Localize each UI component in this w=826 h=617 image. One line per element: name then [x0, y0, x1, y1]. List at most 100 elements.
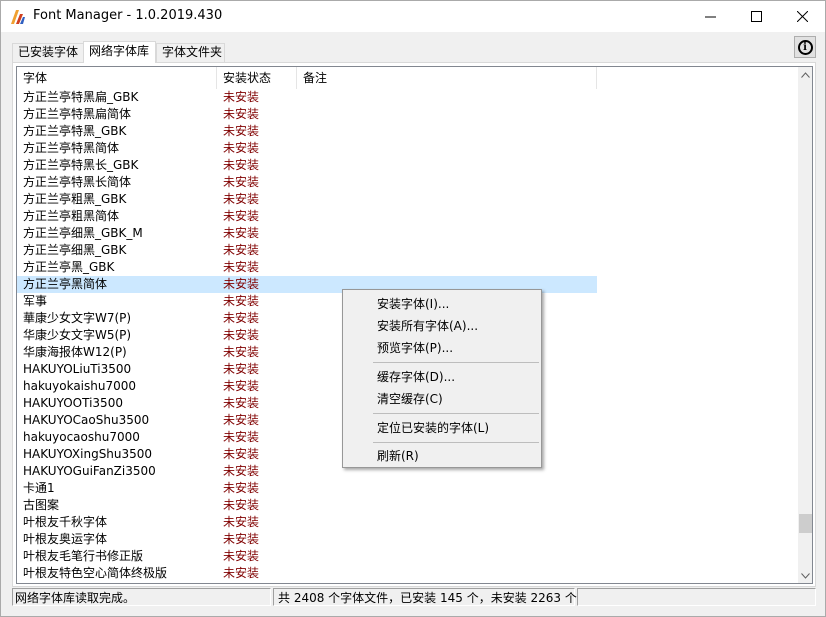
font-name: 方正兰亭特黑简体 — [23, 141, 120, 155]
scroll-up-arrow[interactable] — [798, 67, 812, 82]
font-name: 方正兰亭粗黑_GBK — [23, 192, 127, 206]
tab-font-folder[interactable]: 字体文件夹 — [156, 43, 225, 62]
install-status: 未安装 — [223, 141, 260, 155]
font-name: 叶根友毛笔行书修正版 — [23, 549, 144, 563]
minimize-icon — [704, 16, 716, 17]
install-status: 未安装 — [223, 124, 260, 138]
font-name: HAKUYOCaoShu3500 — [23, 413, 150, 427]
menu-separator — [373, 442, 539, 443]
install-status: 未安装 — [223, 413, 260, 427]
scroll-down-arrow[interactable] — [798, 568, 812, 583]
scroll-thumb[interactable] — [799, 514, 812, 533]
table-row[interactable]: 方正兰亭细黑_GBK_M 未安装 — [17, 225, 798, 242]
font-name: 方正兰亭特黑长简体 — [23, 175, 132, 189]
table-row[interactable]: 卡通1 未安装 — [17, 480, 798, 497]
font-name: 方正兰亭黑简体 — [23, 277, 108, 291]
menu-item-install-font[interactable]: 安装字体(I)... — [345, 293, 539, 315]
font-name: 方正兰亭黑_GBK — [23, 260, 115, 274]
table-row[interactable]: 方正兰亭特黑长_GBK 未安装 — [17, 157, 798, 174]
install-status: 未安装 — [223, 515, 260, 529]
list-header: 字体 安装状态 备注 — [17, 67, 798, 89]
font-name: 叶根友千秋字体 — [23, 515, 108, 529]
install-status: 未安装 — [223, 243, 260, 257]
install-status: 未安装 — [223, 311, 260, 325]
install-status: 未安装 — [223, 175, 260, 189]
install-status: 未安装 — [223, 481, 260, 495]
table-row[interactable]: 叶根友千秋字体 未安装 — [17, 514, 798, 531]
font-name: 方正兰亭细黑_GBK_M — [23, 226, 143, 240]
install-status: 未安装 — [223, 158, 260, 172]
maximize-button[interactable] — [733, 1, 779, 31]
install-status: 未安装 — [223, 260, 260, 274]
table-row[interactable]: 方正兰亭粗黑_GBK 未安装 — [17, 191, 798, 208]
menu-item-clear-cache[interactable]: 清空缓存(C) — [345, 388, 539, 410]
install-status: 未安装 — [223, 464, 260, 478]
column-header-status[interactable]: 安装状态 — [217, 67, 297, 89]
font-name: 方正兰亭特黑_GBK — [23, 124, 127, 138]
table-row[interactable]: 方正兰亭粗黑简体 未安装 — [17, 208, 798, 225]
menu-item-preview-font[interactable]: 预览字体(P)... — [345, 337, 539, 359]
install-status: 未安装 — [223, 566, 260, 580]
column-header-font[interactable]: 字体 — [17, 67, 217, 89]
font-name: 方正兰亭特黑扁简体 — [23, 107, 132, 121]
table-row[interactable]: 叶根友毛笔行书修正版 未安装 — [17, 548, 798, 565]
font-name: hakuyocaoshu7000 — [23, 430, 140, 444]
table-row[interactable]: 方正兰亭黑_GBK 未安装 — [17, 259, 798, 276]
table-row[interactable]: 方正兰亭特黑扁_GBK 未安装 — [17, 89, 798, 106]
font-name: 叶根友特色空心简体终极版 — [23, 566, 168, 580]
menu-item-locate-installed-font[interactable]: 定位已安装的字体(L) — [345, 417, 539, 439]
vertical-scrollbar[interactable] — [798, 67, 812, 583]
menu-separator — [373, 362, 539, 363]
install-status: 未安装 — [223, 226, 260, 240]
tab-installed-fonts[interactable]: 已安装字体 — [12, 43, 84, 62]
column-header-note[interactable]: 备注 — [297, 67, 597, 89]
info-button[interactable]: i — [794, 36, 816, 58]
install-status: 未安装 — [223, 379, 260, 393]
font-name: 卡通1 — [23, 481, 55, 495]
table-row[interactable]: 方正兰亭特黑扁简体 未安装 — [17, 106, 798, 123]
font-name: 華康少女文字W7(P) — [23, 311, 132, 325]
install-status: 未安装 — [223, 192, 260, 206]
install-status: 未安装 — [223, 362, 260, 376]
menu-item-cache-font[interactable]: 缓存字体(D)... — [345, 366, 539, 388]
close-icon — [796, 10, 808, 22]
font-name: 叶根友奥运字体 — [23, 532, 108, 546]
menu-item-install-all-fonts[interactable]: 安装所有字体(A)... — [345, 315, 539, 337]
font-name: 方正兰亭特黑长_GBK — [23, 158, 139, 172]
info-icon: i — [797, 39, 813, 55]
table-row[interactable]: 叶根友特色空心简体终极版 未安装 — [17, 565, 798, 582]
table-row[interactable]: 叶根友奥运字体 未安装 — [17, 531, 798, 548]
table-row[interactable]: 方正兰亭特黑简体 未安装 — [17, 140, 798, 157]
close-button[interactable] — [779, 1, 825, 31]
table-row[interactable]: 古图案 未安装 — [17, 497, 798, 514]
install-status: 未安装 — [223, 90, 260, 104]
font-name: hakuyokaishu7000 — [23, 379, 137, 393]
table-row[interactable]: 方正兰亭特黑_GBK 未安装 — [17, 123, 798, 140]
menu-item-refresh[interactable]: 刷新(R) — [345, 445, 539, 467]
tab-bar: 已安装字体 网络字体库 字体文件夹 — [1, 32, 825, 63]
window-title: Font Manager - 1.0.2019.430 — [33, 8, 223, 23]
status-bar: 网络字体库读取完成。 共 2408 个字体文件，已安装 145 个，未安装 22… — [1, 587, 825, 616]
install-status: 未安装 — [223, 447, 260, 461]
chevron-down-icon — [801, 572, 810, 579]
install-status: 未安装 — [223, 396, 260, 410]
chevron-up-icon — [801, 71, 810, 78]
font-name: HAKUYOGuiFanZi3500 — [23, 464, 156, 478]
font-name: HAKUYOLiuTi3500 — [23, 362, 132, 376]
font-name: 方正兰亭粗黑简体 — [23, 209, 120, 223]
minimize-button[interactable] — [687, 1, 733, 31]
context-menu: 安装字体(I)... 安装所有字体(A)... 预览字体(P)... 缓存字体(… — [342, 289, 542, 468]
status-summary: 共 2408 个字体文件，已安装 145 个，未安装 2263 个 — [273, 588, 577, 606]
app-window: Font Manager - 1.0.2019.430 已安装字体 网络字体库 … — [0, 0, 826, 617]
table-row[interactable]: 方正兰亭特黑长简体 未安装 — [17, 174, 798, 191]
font-name: 华康海报体W12(P) — [23, 345, 127, 359]
install-status: 未安装 — [223, 345, 260, 359]
install-status: 未安装 — [223, 209, 260, 223]
table-row[interactable]: 方正兰亭细黑_GBK 未安装 — [17, 242, 798, 259]
font-name: 军事 — [23, 294, 48, 308]
install-status: 未安装 — [223, 107, 260, 121]
status-extra — [577, 588, 816, 606]
font-name: HAKUYOOTi3500 — [23, 396, 123, 410]
tab-network-fonts[interactable]: 网络字体库 — [83, 41, 156, 63]
status-message: 网络字体库读取完成。 — [12, 588, 271, 606]
